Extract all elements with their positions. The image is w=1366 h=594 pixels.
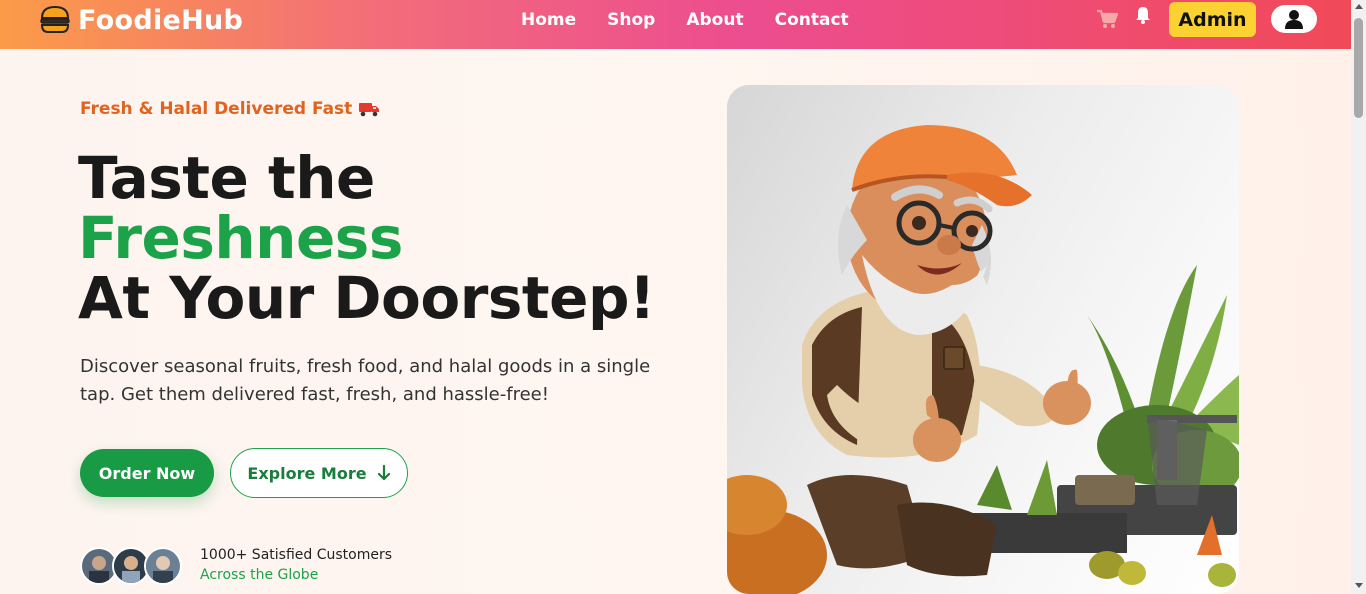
customers-subtext: Across the Globe xyxy=(200,567,319,583)
scroll-thumb[interactable] xyxy=(1354,18,1363,118)
scrollbar[interactable] xyxy=(1351,0,1366,594)
admin-button[interactable]: Admin xyxy=(1169,2,1256,37)
tagline-text: Fresh & Halal Delivered Fast xyxy=(80,99,353,119)
user-button[interactable] xyxy=(1271,5,1317,33)
explore-more-button[interactable]: Explore More xyxy=(230,448,408,498)
cart-icon[interactable] xyxy=(1096,9,1118,29)
bell-icon[interactable] xyxy=(1133,5,1153,25)
hero-tagline: Fresh & Halal Delivered Fast xyxy=(80,99,380,119)
brand-name: FoodieHub xyxy=(78,4,244,36)
nav-link-shop[interactable]: Shop xyxy=(607,10,655,30)
farmer-illustration xyxy=(727,125,1239,594)
hero-headline: Taste the Freshness At Your Doorstep! xyxy=(78,148,655,328)
burger-icon xyxy=(40,5,70,33)
avatar xyxy=(144,547,182,585)
scroll-down-arrow-icon[interactable] xyxy=(1355,583,1363,588)
headline-line-1: Taste the xyxy=(78,144,375,212)
scroll-up-arrow-icon[interactable] xyxy=(1355,4,1363,9)
headline-line-2: Freshness xyxy=(78,204,403,272)
brand-logo[interactable]: FoodieHub xyxy=(38,4,243,36)
user-icon xyxy=(1285,10,1303,29)
navbar: FoodieHub Home Shop About Contact Admin xyxy=(0,0,1351,49)
explore-label: Explore More xyxy=(247,463,367,483)
nav-link-about[interactable]: About xyxy=(686,10,743,30)
hero-image xyxy=(727,85,1239,594)
truck-icon xyxy=(359,103,380,117)
hero-description: Discover seasonal fruits, fresh food, an… xyxy=(80,356,651,405)
customers-count: 1000+ Satisfied Customers xyxy=(200,547,393,563)
nav-link-home[interactable]: Home xyxy=(521,10,576,30)
headline-line-3: At Your Doorstep! xyxy=(78,264,655,332)
nav-links: Home Shop About Contact xyxy=(521,10,880,30)
order-now-button[interactable]: Order Now xyxy=(80,449,214,497)
arrow-down-icon xyxy=(377,465,390,481)
customer-avatars xyxy=(80,547,182,585)
nav-link-contact[interactable]: Contact xyxy=(775,10,849,30)
